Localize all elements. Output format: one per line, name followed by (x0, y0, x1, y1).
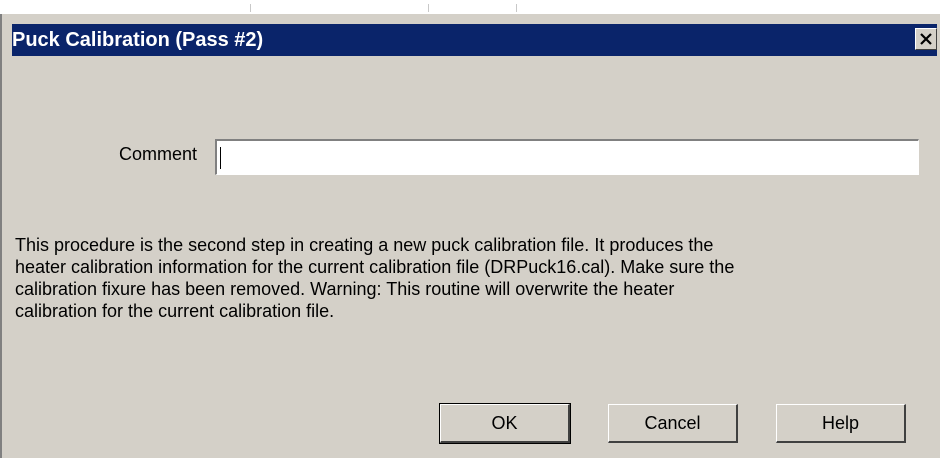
comment-input[interactable] (215, 139, 919, 175)
dialog-title: Puck Calibration (Pass #2) (12, 29, 264, 51)
procedure-description: This procedure is the second step in cre… (15, 235, 735, 321)
help-button[interactable]: Help (776, 404, 906, 443)
text-caret (220, 147, 221, 169)
cancel-button[interactable]: Cancel (608, 404, 738, 443)
dialog-client-area: Comment This procedure is the second ste… (12, 56, 940, 458)
puck-calibration-dialog: Puck Calibration (Pass #2) Comment This … (0, 14, 940, 458)
strip-divider (250, 4, 251, 12)
strip-divider (428, 4, 429, 12)
strip-divider (516, 4, 517, 12)
ok-button[interactable]: OK (439, 403, 571, 444)
title-bar[interactable]: Puck Calibration (Pass #2) (12, 24, 937, 56)
close-button[interactable] (915, 28, 937, 50)
close-icon (920, 33, 932, 45)
comment-label: Comment (119, 144, 198, 164)
